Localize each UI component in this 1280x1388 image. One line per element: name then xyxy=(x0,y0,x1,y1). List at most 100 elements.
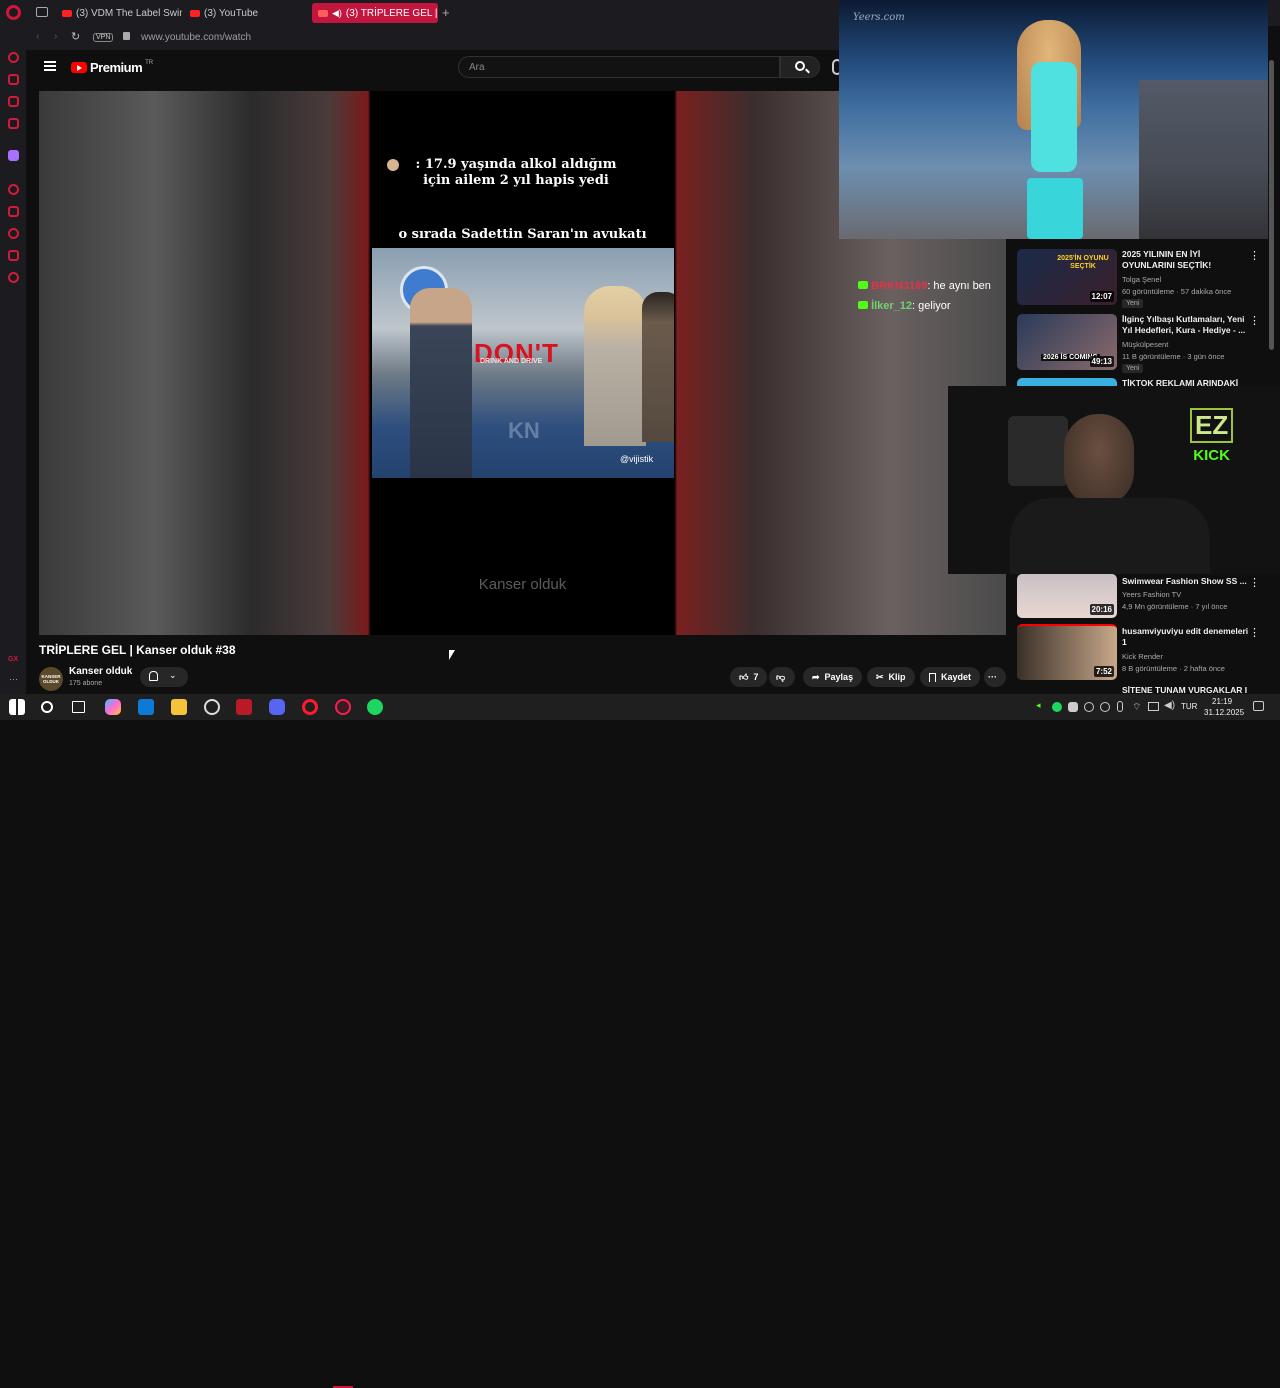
tray-date[interactable]: 31.12.2025 xyxy=(1204,708,1244,717)
thumb-text: 2025'İN OYUNU SEÇTİK xyxy=(1057,255,1109,270)
tray-show-hidden-icon[interactable]: ◂ xyxy=(1036,700,1041,711)
recommendation-title[interactable]: husamviyuviyu edit denemeleri 1 xyxy=(1122,626,1252,648)
search-button[interactable] xyxy=(780,56,820,78)
tray-time[interactable]: 21:19 xyxy=(1212,697,1232,706)
tab-youtube[interactable]: (3) YouTube xyxy=(184,3,304,23)
recommendation-title[interactable]: İlginç Yılbaşı Kutlamaları, Yeni Yıl Hed… xyxy=(1122,314,1252,336)
search-input[interactable]: Ara xyxy=(458,56,780,78)
channel-avatar-text: KANSER OLDUK xyxy=(41,674,61,684)
windows-start-icon[interactable] xyxy=(9,699,25,715)
back-icon[interactable]: ‹ xyxy=(36,31,39,42)
tray-spotify-icon[interactable] xyxy=(1052,702,1062,712)
recommendation-stats-channel[interactable]: Kick Render xyxy=(1122,652,1163,661)
recommendation-item[interactable]: 2025'İN OYUNU SEÇTİK 12:07 2025 YILININ … xyxy=(1017,249,1272,309)
tray-language[interactable]: TUR xyxy=(1181,702,1197,711)
tray-obs-icon[interactable] xyxy=(1084,702,1094,712)
tray-volume-icon[interactable]: ◀) xyxy=(1164,700,1175,711)
recommendation-item[interactable]: 2026 İS COMING 49:13 İlginç Yılbaşı Kutl… xyxy=(1017,314,1272,374)
messenger-icon[interactable] xyxy=(8,96,19,107)
duration-badge: 49:13 xyxy=(1089,356,1114,367)
discord-icon[interactable] xyxy=(269,699,285,715)
recommendation-thumbnail[interactable]: 20:16 xyxy=(1017,574,1117,618)
gx-icon[interactable]: GX xyxy=(8,656,18,663)
recommendation-menu-icon[interactable]: ⋮ xyxy=(1249,249,1260,262)
instagram-icon[interactable] xyxy=(8,118,19,129)
recommendation-thumbnail[interactable]: 2026 İS COMING 49:13 xyxy=(1017,314,1117,370)
twitch-icon[interactable] xyxy=(8,150,19,161)
mail-icon[interactable] xyxy=(138,699,154,715)
save-button[interactable]: Kaydet xyxy=(920,667,981,687)
tray-mic-icon[interactable] xyxy=(1117,701,1123,712)
more-actions-button[interactable]: ··· xyxy=(984,667,1006,687)
clock-app-icon[interactable] xyxy=(204,699,220,715)
tray-discord-icon[interactable] xyxy=(1068,702,1078,712)
opera-gx-icon[interactable] xyxy=(335,699,351,715)
kick-logo: EZ KICK xyxy=(1190,408,1234,464)
menu-icon[interactable] xyxy=(44,61,56,71)
notification-icon[interactable] xyxy=(1253,701,1264,711)
recommendation-title[interactable]: SİTENE TUNAM VURGAKLAR I xyxy=(1122,685,1252,693)
channel-avatar[interactable]: KANSER OLDUK xyxy=(39,667,63,691)
opera-logo-icon[interactable] xyxy=(6,5,21,20)
settings-icon[interactable] xyxy=(8,272,19,283)
recommendation-menu-icon[interactable]: ⋮ xyxy=(1249,314,1260,327)
tray-wifi-icon[interactable]: ⌔ xyxy=(1132,701,1141,714)
clock-icon[interactable] xyxy=(8,228,19,239)
streamer-head xyxy=(1064,414,1134,506)
bookmarks-icon[interactable] xyxy=(8,206,19,217)
recommendation-menu-icon[interactable]: ⋮ xyxy=(1249,626,1260,639)
duration-badge: 7:52 xyxy=(1093,666,1114,677)
channel-name[interactable]: Kanser olduk xyxy=(69,666,132,677)
subscriber-count: 175 abone xyxy=(69,680,103,687)
search-icon[interactable] xyxy=(41,701,53,713)
chat-badge-icon xyxy=(858,281,868,289)
bookmark-icon xyxy=(929,672,936,682)
new-tab-button[interactable]: + xyxy=(442,5,450,20)
history-icon[interactable] xyxy=(8,184,19,195)
tray-monitor-icon[interactable] xyxy=(1148,702,1159,711)
forward-icon[interactable]: › xyxy=(54,31,57,42)
still-watermark: KN xyxy=(508,418,540,443)
voice-mod-icon[interactable] xyxy=(236,699,252,715)
dislike-button[interactable]: 👎︎ xyxy=(769,667,795,687)
extensions-icon[interactable] xyxy=(8,74,19,85)
recommendation-menu-icon[interactable]: ⋮ xyxy=(1249,576,1260,589)
task-view-icon[interactable] xyxy=(72,701,85,713)
downloads-icon[interactable] xyxy=(8,250,19,261)
lock-icon xyxy=(123,32,130,40)
file-explorer-icon[interactable] xyxy=(171,699,187,715)
tray-network-icon[interactable] xyxy=(1100,702,1110,712)
url-field[interactable]: www.youtube.com/watch xyxy=(141,32,251,43)
recommendation-item[interactable]: SİTENE TUNAM VURGAKLAR I xyxy=(1017,685,1272,693)
youtube-logo[interactable]: Premium TR xyxy=(71,60,153,75)
recommendation-title[interactable]: Swimwear Fashion Show SS ... xyxy=(1122,576,1252,587)
share-button[interactable]: ➦ Paylaş xyxy=(803,667,863,687)
opera-icon[interactable] xyxy=(302,699,318,715)
tab-switch-icon[interactable] xyxy=(36,7,48,17)
scrollbar[interactable] xyxy=(1269,60,1274,350)
recommendation-thumbnail[interactable]: 2025'İN OYUNU SEÇTİK 12:07 xyxy=(1017,249,1117,305)
chat-user[interactable]: İlker_12 xyxy=(871,300,912,312)
recommendation-stats: 60 görüntüleme · 57 dakika önce xyxy=(1122,287,1232,296)
spotify-icon[interactable] xyxy=(367,699,383,715)
recommendation-channel[interactable]: Müşkülpesent xyxy=(1122,340,1168,349)
speaker-icon[interactable]: ◀) xyxy=(332,8,342,19)
recommendation-item[interactable]: 20:16 Swimwear Fashion Show SS ... Yeers… xyxy=(1017,574,1272,620)
sidebar-more-icon[interactable]: ··· xyxy=(9,674,18,684)
recommendation-channel[interactable]: Yeers Fashion TV xyxy=(1122,590,1181,599)
recommendation-channel[interactable]: Tolga Şenel xyxy=(1122,275,1161,284)
recommendation-title[interactable]: 2025 YILININ EN İYİ OYUNLARINI SEÇTİK! xyxy=(1122,249,1252,271)
vpn-badge[interactable]: VPN xyxy=(93,33,114,42)
subscribe-bell-button[interactable]: ⌄ xyxy=(140,667,188,687)
tab-vdm[interactable]: (3) VDM The Label Swimw xyxy=(56,3,182,23)
recommendation-item[interactable]: 7:52 husamviyuviyu edit denemeleri 1 Kic… xyxy=(1017,624,1272,682)
recommendation-thumbnail[interactable]: 7:52 xyxy=(1017,624,1117,680)
clip-button[interactable]: ✂ Klip xyxy=(867,667,915,687)
tab-active-video[interactable]: ◀) (3) TRİPLERE GEL | Ka xyxy=(312,3,438,23)
copilot-icon[interactable] xyxy=(105,699,121,715)
aria-icon[interactable] xyxy=(8,52,19,63)
chat-user[interactable]: BRKN3169 xyxy=(871,280,927,292)
reload-icon[interactable]: ↻ xyxy=(71,30,80,43)
like-button[interactable]: 👍︎ 7 xyxy=(730,667,768,687)
youtube-favicon-icon xyxy=(190,9,200,17)
